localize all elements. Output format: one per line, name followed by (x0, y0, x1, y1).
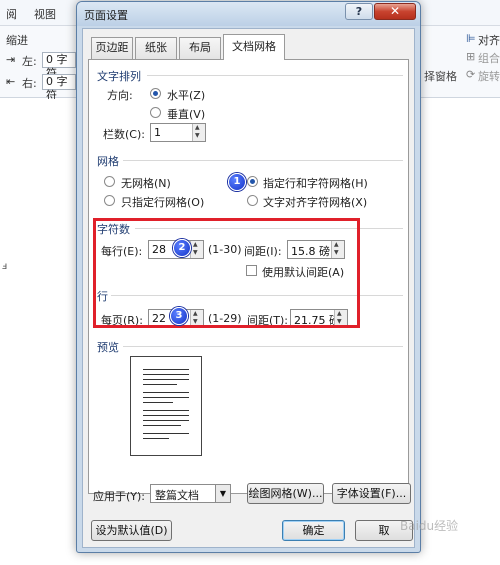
text-direction-section-title: 文字排列 (97, 70, 141, 83)
preview-line (143, 374, 189, 375)
no-grid-radio[interactable] (104, 176, 115, 187)
spin-up-icon[interactable]: ▲ (195, 125, 200, 131)
no-grid-label[interactable]: 无网格(N) (121, 175, 171, 191)
preview-line (143, 402, 173, 403)
align-icon[interactable]: ⊫ (466, 32, 476, 45)
direction-horizontal-label[interactable]: 水平(Z) (167, 87, 205, 103)
selection-pane-label[interactable]: 择窗格 (424, 68, 457, 84)
indent-group-label: 缩进 (6, 34, 28, 47)
columns-spin-arrows[interactable]: ▲ ▼ (192, 124, 205, 141)
indent-right-icon: ⇤ (6, 75, 16, 88)
spin-down-icon[interactable]: ▼ (195, 133, 200, 139)
tab-paper[interactable]: 纸张 (135, 37, 177, 59)
section-divider (123, 160, 403, 161)
ok-button[interactable]: 确定 (282, 520, 345, 541)
preview-line (143, 369, 189, 370)
font-settings-button[interactable]: 字体设置(F)... (332, 483, 411, 504)
align-label[interactable]: 对齐 (478, 32, 500, 48)
indent-left-label: 左: (22, 55, 37, 68)
watermark: Baidu经验 (400, 519, 459, 533)
direction-horizontal-radio[interactable] (150, 88, 161, 99)
columns-stepper[interactable]: 1 ▲ ▼ (150, 123, 206, 142)
rotate-icon[interactable]: ⟳ (466, 68, 475, 81)
direction-vertical-radio[interactable] (150, 107, 161, 118)
preview-line (143, 392, 189, 393)
snap-to-char-grid-label[interactable]: 文字对齐字符网格(X) (263, 194, 367, 210)
chevron-down-icon[interactable]: ▼ (215, 485, 230, 502)
step-badge-3: 3 (170, 307, 188, 325)
set-default-button[interactable]: 设为默认值(D) (91, 520, 172, 541)
highlight-box (93, 218, 360, 328)
group-label[interactable]: 组合 (478, 50, 500, 66)
section-divider (123, 346, 403, 347)
columns-label: 栏数(C): (103, 128, 145, 141)
page-preview (130, 356, 202, 456)
preview-line (143, 410, 189, 411)
preview-line (143, 384, 177, 385)
apply-to-value[interactable]: 整篇文档 (155, 487, 199, 503)
preview-line (143, 438, 169, 439)
preview-line (143, 415, 189, 416)
menu-item-view[interactable]: 视图 (34, 6, 56, 22)
line-and-char-grid-radio[interactable] (247, 176, 258, 187)
preview-section-title: 预览 (97, 341, 119, 354)
grid-section-title: 网格 (97, 155, 119, 168)
apply-to-dropdown[interactable]: 整篇文档 ▼ (150, 484, 231, 503)
rotate-label[interactable]: 旋转 (478, 68, 500, 84)
snap-to-char-grid-radio[interactable] (247, 195, 258, 206)
draw-grid-button[interactable]: 绘图网格(W)... (247, 483, 324, 504)
page-setup-dialog: 页面设置 ? ✕ 页边距 纸张 布局 文档网格 文字排列 方向: 水平(Z) 垂… (76, 1, 421, 553)
close-button[interactable]: ✕ (374, 3, 416, 20)
section-divider (147, 75, 403, 76)
line-grid-only-radio[interactable] (104, 195, 115, 206)
preview-line (143, 420, 189, 421)
dialog-titlebar[interactable]: 页面设置 ? ✕ (77, 2, 420, 26)
indent-right-label: 右: (22, 77, 37, 90)
columns-value[interactable]: 1 (154, 126, 161, 139)
apply-to-label: 应用于(Y): (93, 490, 146, 503)
tab-layout[interactable]: 布局 (179, 37, 221, 59)
preview-line (143, 433, 189, 434)
step-badge-1: 1 (228, 173, 246, 191)
preview-line (143, 425, 181, 426)
paragraph-mark-icon: ⅎ (2, 261, 8, 272)
preview-line (143, 379, 189, 380)
direction-vertical-label[interactable]: 垂直(V) (167, 106, 205, 122)
tab-document-grid[interactable]: 文档网格 (223, 34, 285, 60)
step-badge-2: 2 (173, 239, 191, 257)
line-grid-only-label[interactable]: 只指定行网格(O) (121, 194, 204, 210)
tab-margins[interactable]: 页边距 (91, 37, 133, 59)
preview-line (143, 397, 189, 398)
direction-label: 方向: (107, 89, 133, 102)
indent-right-input[interactable]: 0 字符 (42, 74, 76, 102)
line-and-char-grid-label[interactable]: 指定行和字符网格(H) (263, 175, 368, 191)
indent-left-icon: ⇥ (6, 53, 16, 66)
group-icon[interactable]: ⊞ (466, 50, 475, 63)
menu-item-review[interactable]: 阅 (6, 6, 17, 22)
dialog-title: 页面设置 (84, 9, 128, 22)
indent-left-input[interactable]: 0 字符 (42, 52, 76, 80)
help-button[interactable]: ? (345, 3, 373, 20)
dialog-client-area: 页边距 纸张 布局 文档网格 文字排列 方向: 水平(Z) 垂直(V) 栏数(C… (82, 28, 415, 548)
